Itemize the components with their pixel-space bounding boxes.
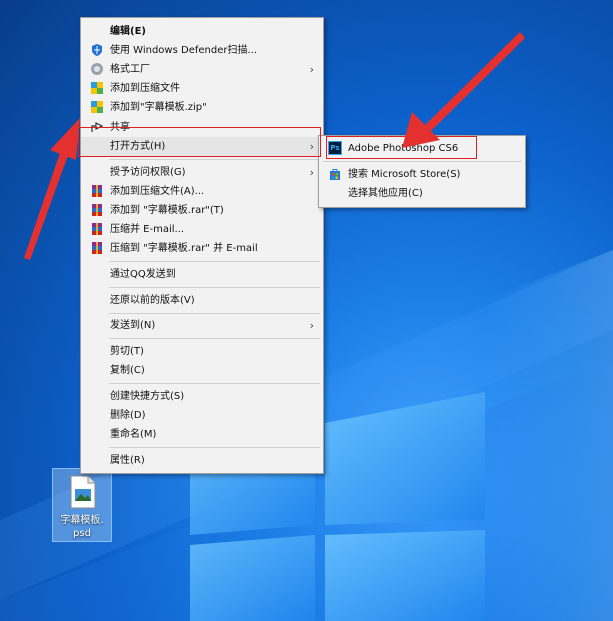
psd-file-icon <box>70 475 96 509</box>
menu-item-label: 压缩到 "字幕模板.rar" 并 E-mail <box>110 243 258 254</box>
menu-item-label: 格式工厂 <box>110 64 150 75</box>
chevron-right-icon: › <box>309 319 314 332</box>
menu-item-rar-email[interactable]: 压缩并 E-mail... <box>81 220 323 239</box>
menu-item-delete[interactable]: 删除(D) <box>81 406 323 425</box>
menu-item-format-factory[interactable]: 格式工厂 › <box>81 60 323 79</box>
menu-item-defender-scan[interactable]: 使用 Windows Defender扫描... <box>81 41 323 60</box>
winrar-icon <box>92 223 102 235</box>
menu-item-cut[interactable]: 剪切(T) <box>81 342 323 361</box>
menu-item-rename[interactable]: 重命名(M) <box>81 425 323 444</box>
menu-separator <box>109 383 320 384</box>
desktop-file-psd[interactable]: 字幕模板. psd <box>52 468 112 542</box>
menu-item-label: 属性(R) <box>110 455 145 466</box>
menu-item-label: 添加到压缩文件(A)... <box>110 186 205 197</box>
menu-item-rar-add-named[interactable]: 添加到 "字幕模板.rar"(T) <box>81 201 323 220</box>
menu-separator <box>109 261 320 262</box>
zip-icon <box>91 101 103 113</box>
annotation-highlight-photoshop <box>326 136 477 159</box>
winrar-icon <box>92 185 102 197</box>
menu-item-label: 创建快捷方式(S) <box>110 391 185 402</box>
menu-item-label: 剪切(T) <box>110 346 144 357</box>
menu-item-label: 还原以前的版本(V) <box>110 295 195 306</box>
chevron-right-icon: › <box>309 63 314 76</box>
menu-item-label: 使用 Windows Defender扫描... <box>110 45 258 56</box>
menu-item-restore-versions[interactable]: 还原以前的版本(V) <box>81 291 323 310</box>
menu-item-label: 搜索 Microsoft Store(S) <box>348 169 461 180</box>
winrar-icon <box>92 242 102 254</box>
menu-item-send-via-qq[interactable]: 通过QQ发送到 <box>81 265 323 284</box>
menu-item-label: 添加到压缩文件 <box>110 83 180 94</box>
menu-item-label: 通过QQ发送到 <box>110 269 176 280</box>
menu-item-label: 添加到 "字幕模板.rar"(T) <box>110 205 224 216</box>
menu-item-add-to-zip[interactable]: 添加到"字幕模板.zip" <box>81 98 323 117</box>
menu-item-create-shortcut[interactable]: 创建快捷方式(S) <box>81 387 323 406</box>
menu-item-label: 删除(D) <box>110 410 146 421</box>
menu-item-label: 添加到"字幕模板.zip" <box>110 102 207 113</box>
menu-separator <box>109 159 320 160</box>
menu-item-grant-access[interactable]: 授予访问权限(G) › <box>81 163 323 182</box>
menu-item-search-store[interactable]: 搜索 Microsoft Store(S) <box>319 165 525 184</box>
menu-item-send-to[interactable]: 发送到(N) › <box>81 316 323 335</box>
zip-icon <box>91 82 103 94</box>
context-menu: 编辑(E) 使用 Windows Defender扫描... 格式工厂 › 添加到… <box>80 17 324 474</box>
menu-item-rar-named-email[interactable]: 压缩到 "字幕模板.rar" 并 E-mail <box>81 239 323 258</box>
file-name-line1: 字幕模板. <box>60 515 104 526</box>
winrar-icon <box>92 204 102 216</box>
menu-item-properties[interactable]: 属性(R) <box>81 451 323 470</box>
menu-item-copy[interactable]: 复制(C) <box>81 361 323 380</box>
chevron-right-icon: › <box>309 166 314 179</box>
menu-item-label: 压缩并 E-mail... <box>110 224 185 235</box>
file-name-line2: psd <box>73 528 91 539</box>
menu-separator <box>109 313 320 314</box>
format-factory-icon <box>91 63 103 75</box>
menu-separator <box>109 338 320 339</box>
menu-item-label: 选择其他应用(C) <box>348 188 423 199</box>
menu-item-add-to-archive[interactable]: 添加到压缩文件 <box>81 79 323 98</box>
menu-item-label: 发送到(N) <box>110 320 156 331</box>
store-icon <box>330 169 340 180</box>
menu-item-choose-other-app[interactable]: 选择其他应用(C) <box>319 184 525 203</box>
annotation-highlight-open-with <box>78 127 321 157</box>
menu-item-label: 编辑(E) <box>110 26 146 37</box>
menu-separator <box>323 161 522 162</box>
menu-item-label: 复制(C) <box>110 365 145 376</box>
desktop-file-label: 字幕模板. psd <box>53 514 111 540</box>
desktop-background: 字幕模板. psd 编辑(E) 使用 Windows Defender扫描...… <box>0 0 613 621</box>
menu-item-edit[interactable]: 编辑(E) <box>81 22 323 41</box>
menu-separator <box>109 287 320 288</box>
menu-item-rar-add-archive[interactable]: 添加到压缩文件(A)... <box>81 182 323 201</box>
menu-item-label: 重命名(M) <box>110 429 157 440</box>
menu-item-label: 授予访问权限(G) <box>110 167 186 178</box>
menu-separator <box>109 447 320 448</box>
shield-icon <box>92 44 102 56</box>
